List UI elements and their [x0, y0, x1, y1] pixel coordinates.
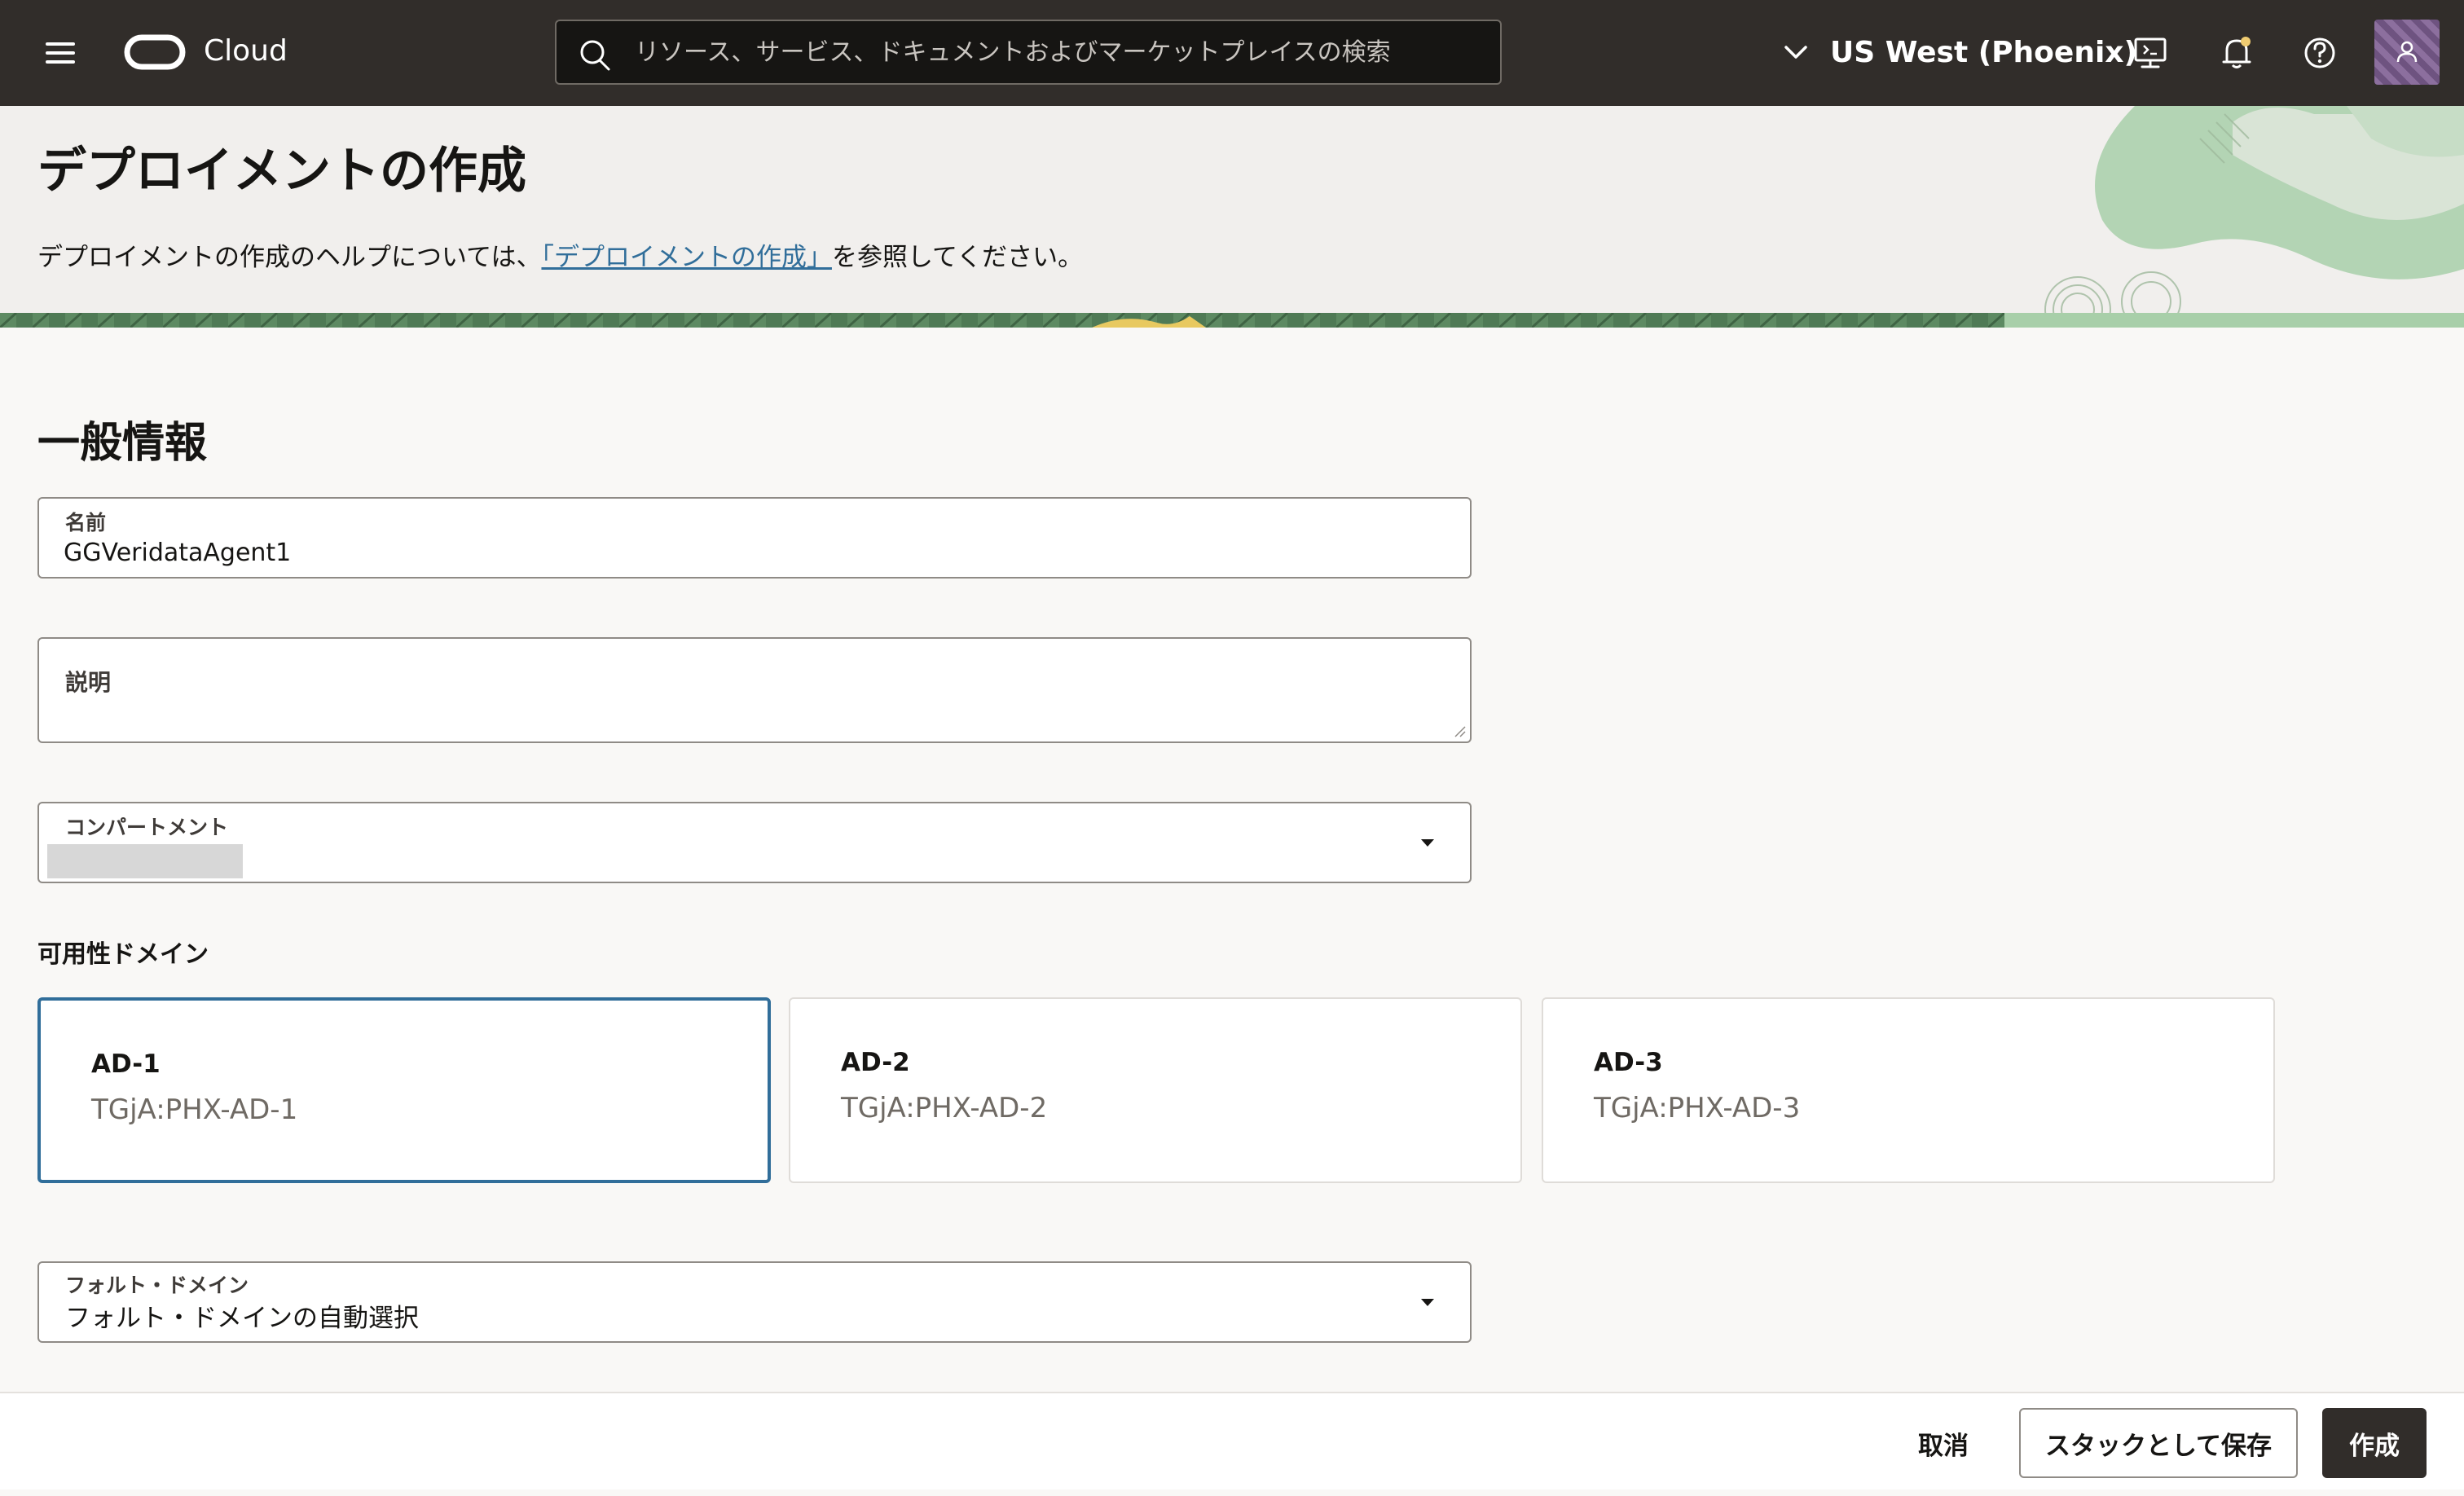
ad-option-ad-3[interactable]: AD-3 TGjA:PHX-AD-3 [1542, 997, 2275, 1183]
compartment-value-redacted [47, 844, 243, 878]
decorative-banner-art [2044, 106, 2464, 328]
cloud-shell-icon[interactable] [2128, 31, 2172, 75]
oracle-logo-icon[interactable] [124, 33, 186, 72]
create-deployment-help-link[interactable]: 「デプロイメントの作成」 [541, 243, 832, 272]
region-label: US West (Phoenix) [1830, 35, 2137, 69]
create-button[interactable]: 作成 [2322, 1408, 2427, 1478]
help-text-prefix: デプロイメントの作成のヘルプについては、 [37, 243, 542, 272]
fault-domain-value: フォルト・ドメインの自動選択 [65, 1304, 419, 1333]
user-avatar[interactable] [2374, 20, 2440, 85]
help-text: デプロイメントの作成のヘルプについては、「デプロイメントの作成」を参照してくださ… [37, 238, 1083, 277]
chevron-down-icon [1784, 46, 1807, 59]
form-footer: 取消 スタックとして保存 作成 [0, 1392, 2464, 1489]
search-icon [580, 40, 610, 71]
ad-option-name: AD-1 [91, 1049, 161, 1079]
fault-domain-field-label: フォルト・ドメイン [65, 1274, 249, 1297]
fault-domain-select[interactable]: フォルト・ドメイン フォルト・ドメインの自動選択 [37, 1261, 1472, 1343]
compartment-field-label: コンパートメント [65, 816, 229, 839]
ad-option-name: AD-2 [841, 1048, 910, 1077]
ad-option-id: TGjA:PHX-AD-3 [1594, 1092, 1801, 1124]
user-icon [2396, 41, 2418, 63]
global-search[interactable] [555, 20, 1502, 85]
menu-icon[interactable] [42, 39, 78, 67]
ad-option-id: TGjA:PHX-AD-2 [841, 1092, 1048, 1124]
name-field-label: 名前 [65, 511, 107, 535]
description-field[interactable]: 説明 [37, 637, 1472, 743]
brand-name[interactable]: Cloud [204, 29, 288, 73]
availability-domain-label: 可用性ドメイン [37, 940, 209, 969]
section-title-general-info: 一般情報 [37, 419, 208, 468]
ad-option-ad-1[interactable]: AD-1 TGjA:PHX-AD-1 [37, 997, 771, 1183]
save-as-stack-button[interactable]: スタックとして保存 [2019, 1408, 2298, 1478]
help-icon[interactable] [2298, 31, 2342, 75]
help-text-suffix: を参照してください。 [831, 243, 1084, 272]
ad-option-id: TGjA:PHX-AD-1 [91, 1093, 298, 1126]
description-field-label: 説明 [65, 669, 112, 696]
notifications-bell-icon[interactable] [2215, 31, 2259, 75]
region-selector[interactable]: US West (Phoenix) [1780, 29, 2137, 75]
resize-handle-icon[interactable] [1452, 724, 1467, 738]
top-navigation-bar: Cloud US West (Phoenix) [0, 0, 2464, 106]
ad-option-ad-2[interactable]: AD-2 TGjA:PHX-AD-2 [789, 997, 1522, 1183]
dropdown-caret-icon [1421, 839, 1434, 847]
compartment-select[interactable]: コンパートメント [37, 802, 1472, 883]
decorative-banner-strip [0, 313, 2464, 328]
search-input[interactable] [635, 21, 1482, 83]
name-input[interactable] [64, 535, 1367, 570]
name-field[interactable]: 名前 [37, 497, 1472, 579]
cancel-button[interactable]: 取消 [1899, 1408, 1988, 1478]
ad-option-name: AD-3 [1594, 1048, 1663, 1077]
page-title: デプロイメントの作成 [37, 143, 526, 200]
page-header-banner: デプロイメントの作成 デプロイメントの作成のヘルプについては、「デプロイメントの… [0, 106, 2464, 328]
dropdown-caret-icon [1421, 1299, 1434, 1306]
